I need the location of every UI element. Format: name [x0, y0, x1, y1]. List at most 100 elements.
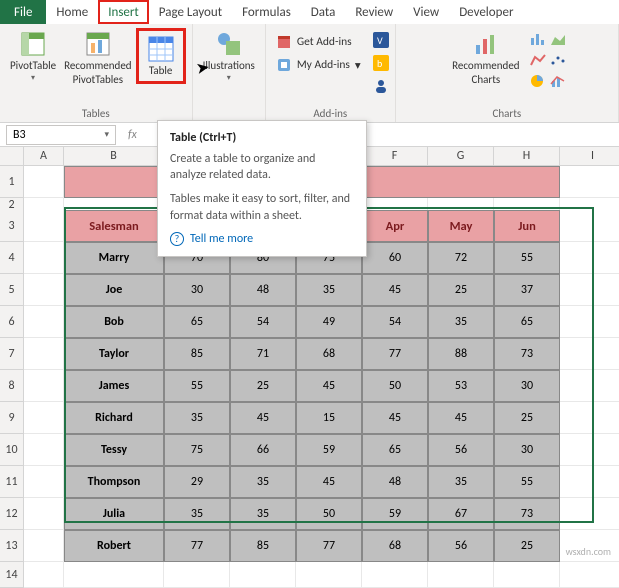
table-header-cell[interactable]: Jun [494, 210, 560, 242]
tab-file[interactable]: File [0, 0, 46, 24]
empty-cell[interactable] [24, 370, 64, 402]
pivottable-button[interactable]: PivotTable ▾ [6, 28, 60, 85]
empty-cell[interactable] [560, 466, 619, 498]
value-cell[interactable]: 55 [494, 242, 560, 274]
row-header[interactable]: 9 [0, 402, 24, 434]
value-cell[interactable]: 85 [164, 338, 230, 370]
row-header[interactable]: 12 [0, 498, 24, 530]
value-cell[interactable]: 59 [362, 498, 428, 530]
row-header[interactable]: 11 [0, 466, 24, 498]
row-header[interactable]: 8 [0, 370, 24, 402]
salesman-cell[interactable]: Julia [64, 498, 164, 530]
salesman-cell[interactable]: Robert [64, 530, 164, 562]
value-cell[interactable]: 45 [296, 370, 362, 402]
empty-cell[interactable] [24, 434, 64, 466]
tab-insert[interactable]: Insert [98, 0, 149, 24]
value-cell[interactable]: 65 [494, 306, 560, 338]
value-cell[interactable]: 29 [164, 466, 230, 498]
salesman-cell[interactable]: Tessy [64, 434, 164, 466]
empty-cell[interactable] [24, 338, 64, 370]
empty-cell[interactable] [24, 306, 64, 338]
value-cell[interactable]: 37 [494, 274, 560, 306]
row-header[interactable]: 13 [0, 530, 24, 562]
value-cell[interactable]: 35 [428, 306, 494, 338]
empty-cell[interactable] [296, 562, 362, 588]
value-cell[interactable]: 49 [296, 306, 362, 338]
empty-cell[interactable] [230, 562, 296, 588]
value-cell[interactable]: 72 [428, 242, 494, 274]
empty-cell[interactable] [560, 274, 619, 306]
value-cell[interactable]: 65 [164, 306, 230, 338]
value-cell[interactable]: 48 [362, 466, 428, 498]
value-cell[interactable]: 35 [230, 498, 296, 530]
row-header[interactable]: 1 [0, 166, 24, 198]
pie-chart-icon[interactable] [530, 74, 546, 92]
empty-cell[interactable] [560, 338, 619, 370]
value-cell[interactable]: 75 [164, 434, 230, 466]
row-header[interactable]: 14 [0, 562, 24, 588]
value-cell[interactable]: 35 [296, 274, 362, 306]
empty-cell[interactable] [24, 562, 64, 588]
empty-cell[interactable] [362, 562, 428, 588]
tab-data[interactable]: Data [301, 0, 346, 24]
value-cell[interactable]: 30 [494, 434, 560, 466]
col-header[interactable]: I [560, 147, 619, 166]
value-cell[interactable]: 88 [428, 338, 494, 370]
people-icon[interactable] [373, 78, 389, 98]
area-chart-icon[interactable] [550, 32, 566, 50]
empty-cell[interactable] [560, 498, 619, 530]
value-cell[interactable]: 30 [494, 370, 560, 402]
empty-cell[interactable] [24, 242, 64, 274]
tell-me-more-link[interactable]: ? Tell me more [170, 232, 354, 246]
col-header[interactable]: A [24, 147, 64, 166]
value-cell[interactable]: 45 [428, 402, 494, 434]
value-cell[interactable]: 68 [296, 338, 362, 370]
value-cell[interactable]: 25 [428, 274, 494, 306]
value-cell[interactable]: 77 [296, 530, 362, 562]
value-cell[interactable]: 25 [494, 530, 560, 562]
combo-chart-icon[interactable] [550, 74, 566, 92]
value-cell[interactable]: 48 [230, 274, 296, 306]
col-header[interactable]: B [64, 147, 164, 166]
table-header-cell[interactable]: May [428, 210, 494, 242]
value-cell[interactable]: 30 [164, 274, 230, 306]
tab-formulas[interactable]: Formulas [232, 0, 301, 24]
empty-cell[interactable] [164, 562, 230, 588]
name-box[interactable]: B3 ▾ [6, 125, 116, 145]
value-cell[interactable]: 35 [164, 402, 230, 434]
table-header-cell[interactable]: Salesman [64, 210, 164, 242]
chevron-down-icon[interactable]: ▾ [104, 129, 109, 140]
value-cell[interactable]: 50 [362, 370, 428, 402]
tab-developer[interactable]: Developer [449, 0, 523, 24]
value-cell[interactable]: 56 [428, 530, 494, 562]
value-cell[interactable]: 50 [296, 498, 362, 530]
tab-review[interactable]: Review [345, 0, 403, 24]
salesman-cell[interactable]: Thompson [64, 466, 164, 498]
value-cell[interactable]: 35 [428, 466, 494, 498]
value-cell[interactable]: 45 [230, 402, 296, 434]
empty-cell[interactable] [560, 242, 619, 274]
value-cell[interactable]: 35 [230, 466, 296, 498]
empty-cell[interactable] [24, 402, 64, 434]
bar-chart-icon[interactable] [530, 32, 546, 50]
visio-icon[interactable]: V [373, 32, 389, 52]
row-header[interactable]: 5 [0, 274, 24, 306]
value-cell[interactable]: 66 [230, 434, 296, 466]
fx-icon[interactable]: fx [122, 128, 143, 142]
scatter-chart-icon[interactable] [550, 53, 566, 71]
empty-cell[interactable] [428, 562, 494, 588]
recommended-pivottables-button[interactable]: Recommended PivotTables [60, 28, 135, 88]
value-cell[interactable]: 56 [428, 434, 494, 466]
recommended-charts-button[interactable]: Recommended Charts [448, 28, 523, 88]
empty-cell[interactable] [560, 166, 619, 198]
empty-cell[interactable] [24, 530, 64, 562]
empty-cell[interactable] [560, 306, 619, 338]
empty-cell[interactable] [494, 562, 560, 588]
empty-cell[interactable] [560, 370, 619, 402]
table-button[interactable]: Table [141, 33, 181, 79]
row-header[interactable]: 10 [0, 434, 24, 466]
value-cell[interactable]: 60 [362, 242, 428, 274]
value-cell[interactable]: 45 [296, 466, 362, 498]
tab-page-layout[interactable]: Page Layout [149, 0, 232, 24]
value-cell[interactable]: 71 [230, 338, 296, 370]
